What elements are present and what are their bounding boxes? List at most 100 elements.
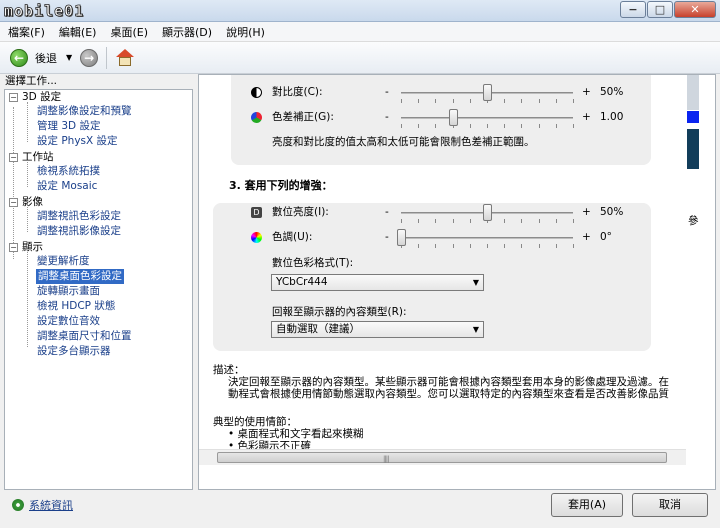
toolbar: ← 後退 ▼ → — [0, 42, 720, 74]
tree-item-mosaic[interactable]: 設定 Mosaic — [37, 179, 97, 194]
slider-tick — [487, 124, 488, 128]
horizontal-scroll-thumb[interactable]: |||| — [217, 452, 667, 463]
contrast-slider-thumb[interactable] — [483, 84, 492, 101]
history-dropdown-icon[interactable]: ▼ — [66, 53, 72, 62]
hue-slider-track[interactable] — [401, 237, 573, 239]
slider-tick — [435, 244, 436, 248]
content-type-value: 自動選取（建議） — [276, 323, 360, 335]
menu-edit[interactable]: 編輯(E) — [57, 23, 99, 41]
tree-item-physx[interactable]: 設定 PhysX 設定 — [37, 134, 118, 149]
slider-tick — [504, 124, 505, 128]
tree-group-video[interactable]: 影像 — [22, 195, 43, 210]
slider-tick — [435, 219, 436, 223]
tree-item-multiple-displays[interactable]: 設定多台顯示器 — [37, 344, 111, 359]
hue-slider-thumb[interactable] — [397, 229, 406, 246]
gamma-icon — [251, 112, 262, 123]
digital-vibrance-slider-thumb[interactable] — [483, 204, 492, 221]
close-button[interactable]: ✕ — [674, 1, 716, 18]
chevron-down-icon: ▼ — [472, 325, 479, 334]
slider-tick — [556, 124, 557, 128]
menu-help[interactable]: 說明(H) — [224, 23, 267, 41]
slider-tick — [401, 99, 402, 103]
contrast-plus: + — [582, 86, 591, 98]
usage-heading: 典型的使用情節： — [213, 416, 297, 428]
menu-desktop[interactable]: 桌面(E) — [108, 23, 150, 41]
color-format-value: YCbCr444 — [276, 276, 328, 288]
slider-tick — [435, 124, 436, 128]
back-arrow-icon[interactable]: ← — [10, 48, 28, 67]
hue-icon — [251, 232, 262, 243]
task-pane-header: 選擇工作... — [5, 75, 58, 87]
tree-group-workstation[interactable]: 工作站 — [22, 150, 54, 165]
settings-scroll-area: 對比度(C): - + 50% 色差補正(G): - + 1.00 亮度和對比度… — [199, 75, 686, 465]
tree-item-hdcp-status[interactable]: 檢視 HDCP 狀態 — [37, 299, 115, 314]
tree-group-display[interactable]: 顯示 — [22, 240, 43, 255]
task-tree: − 3D 設定 調整影像設定和預覽 管理 3D 設定 設定 PhysX 設定 −… — [4, 89, 193, 490]
chevron-down-icon: ▼ — [472, 278, 479, 287]
window-controls: − □ ✕ — [620, 1, 716, 18]
gamma-slider-track[interactable] — [401, 117, 573, 119]
menu-display[interactable]: 顯示器(D) — [160, 23, 214, 41]
slider-tick — [573, 244, 574, 248]
system-info-label[interactable]: 系統資訊 — [29, 497, 73, 513]
slider-tick — [521, 219, 522, 223]
tree-expander-workstation[interactable]: − — [9, 153, 18, 162]
color-format-label: 數位色彩格式(T): — [272, 257, 354, 269]
color-format-select[interactable]: YCbCr444 ▼ — [271, 274, 484, 291]
tree-item-rotate-display[interactable]: 旋轉顯示畫面 — [37, 284, 100, 299]
apply-button[interactable]: 套用(A) — [551, 493, 623, 517]
slider-tick — [470, 219, 471, 223]
slider-tick — [539, 244, 540, 248]
slider-tick — [521, 99, 522, 103]
menu-file[interactable]: 檔案(F) — [6, 23, 47, 41]
gamma-minus: - — [385, 111, 389, 123]
tree-group-3d-settings[interactable]: 3D 設定 — [22, 90, 61, 105]
gamma-label: 色差補正(G): — [272, 111, 334, 123]
menu-bar: 檔案(F) 編輯(E) 桌面(E) 顯示器(D) 說明(H) — [0, 22, 720, 42]
minimize-button[interactable]: − — [620, 1, 646, 18]
slider-tick — [418, 244, 419, 248]
digital-vibrance-minus: - — [385, 206, 389, 218]
horizontal-scrollbar[interactable]: |||| — [199, 449, 686, 465]
hue-minus: - — [385, 231, 389, 243]
section-3-title: 3. 套用下列的增強： — [229, 179, 333, 192]
slider-tick — [539, 219, 540, 223]
gamma-slider-thumb[interactable] — [449, 109, 458, 126]
back-button-label[interactable]: 後退 — [35, 50, 57, 66]
slider-tick — [453, 244, 454, 248]
slider-tick — [539, 99, 540, 103]
tree-expander-display[interactable]: − — [9, 243, 18, 252]
slider-tick — [556, 99, 557, 103]
tree-item-video-image[interactable]: 調整視訊影像設定 — [37, 224, 121, 239]
tree-item-desktop-color[interactable]: 調整桌面色彩設定 — [36, 269, 124, 284]
usage-item-1: • 桌面程式和文字看起來模糊 — [228, 428, 364, 440]
tree-item-desktop-size[interactable]: 調整桌面尺寸和位置 — [37, 329, 132, 344]
tree-item-digital-audio[interactable]: 設定數位音效 — [37, 314, 100, 329]
tree-item-adjust-image-settings[interactable]: 調整影像設定和預覽 — [37, 104, 132, 119]
slider-tick — [418, 219, 419, 223]
tree-item-topology[interactable]: 檢視系統拓撲 — [37, 164, 100, 179]
cancel-button[interactable]: 取消 — [632, 493, 708, 517]
tree-expander-video[interactable]: − — [9, 198, 18, 207]
tree-expander-3d[interactable]: − — [9, 93, 18, 102]
forward-arrow-icon[interactable]: → — [80, 48, 99, 67]
slider-tick — [521, 244, 522, 248]
slider-tick — [470, 244, 471, 248]
digital-vibrance-value: 50% — [600, 206, 624, 218]
range-warning-text: 亮度和對比度的值太高和太低可能會限制色差補正範圍。 — [272, 136, 535, 148]
tree-item-manage-3d[interactable]: 管理 3D 設定 — [37, 119, 100, 134]
title-bar: mobile01 − □ ✕ — [0, 0, 720, 22]
tree-item-video-color[interactable]: 調整視訊色彩設定 — [37, 209, 121, 224]
tree-item-change-resolution[interactable]: 變更解析度 — [37, 254, 90, 269]
system-info-link[interactable]: 系統資訊 — [12, 497, 73, 513]
content-type-select[interactable]: 自動選取（建議） ▼ — [271, 321, 484, 338]
gamma-plus: + — [582, 111, 591, 123]
slider-tick — [435, 99, 436, 103]
maximize-button[interactable]: □ — [647, 1, 673, 18]
slider-tick — [401, 219, 402, 223]
contrast-label: 對比度(C): — [272, 86, 323, 98]
slider-tick — [504, 99, 505, 103]
slider-tick — [470, 124, 471, 128]
home-icon[interactable] — [115, 48, 135, 68]
system-info-icon — [12, 499, 24, 511]
